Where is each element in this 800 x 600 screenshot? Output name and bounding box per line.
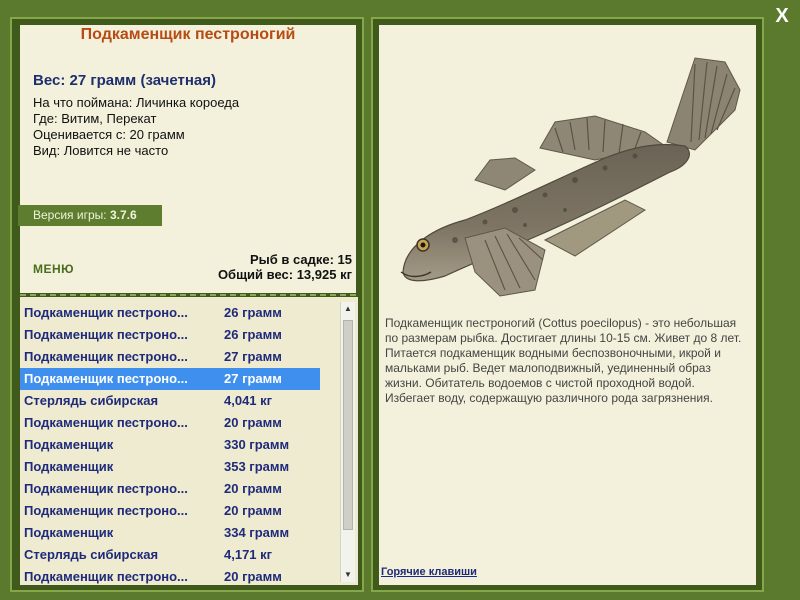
catch-fish-weight: 20 грамм: [224, 503, 282, 518]
catch-fish-name: Подкаменщик пестроно...: [24, 349, 188, 364]
version-bar: Версия игры: 3.7.6: [18, 205, 162, 226]
catch-list-row[interactable]: Подкаменщик 334 грамм: [20, 522, 320, 544]
catch-list[interactable]: Подкаменщик пестроно... 26 грамм Подкаменщ…: [20, 297, 358, 585]
catch-fish-name: Подкаменщик пестроно...: [24, 327, 188, 342]
fish-weight: Вес: 27 грамм (зачетная): [33, 72, 217, 89]
catch-fish-name: Стерлядь сибирская: [24, 393, 159, 408]
catch-list-row[interactable]: Подкаменщик пестроно... 27 грамм: [20, 368, 320, 390]
catch-list-row[interactable]: Подкаменщик пестроно... 20 грамм: [20, 478, 320, 500]
scrollbar-thumb[interactable]: [343, 320, 353, 530]
scroll-up-arrow-icon[interactable]: ▲: [341, 302, 355, 316]
catch-fish-name: Подкаменщик пестроно...: [24, 371, 188, 386]
fish-illustration: [400, 57, 741, 297]
catch-fish-weight: 330 грамм: [224, 437, 290, 452]
scroll-down-arrow-icon[interactable]: ▼: [341, 568, 355, 582]
hotkeys-link[interactable]: Горячие клавиши: [381, 566, 477, 578]
list-scrollbar[interactable]: ▲ ▼: [340, 302, 355, 582]
fish-description: Подкаменщик пестроногий (Cottus poecilop…: [385, 316, 742, 405]
catch-fish-weight: 4,171 кг: [224, 547, 273, 562]
catch-list-row[interactable]: Подкаменщик пестроно... 26 грамм: [20, 302, 320, 324]
catch-fish-weight: 20 грамм: [224, 415, 282, 430]
catch-fish-name: Подкаменщик пестроно...: [24, 503, 188, 518]
catch-fish-weight: 353 грамм: [224, 459, 290, 474]
catch-list-row[interactable]: Подкаменщик пестроно... 20 грамм: [20, 412, 320, 434]
catch-fish-weight: 334 грамм: [224, 525, 290, 540]
info-rarity: Вид: Ловится не часто: [33, 143, 169, 158]
catch-list-row[interactable]: Стерлядь сибирская 4,041 кг: [20, 390, 320, 412]
menu-button[interactable]: МЕНЮ: [33, 262, 74, 276]
catch-fish-weight: 27 грамм: [224, 349, 282, 364]
catch-list-row[interactable]: Подкаменщик пестроно... 26 грамм: [20, 324, 320, 346]
catch-list-row[interactable]: Подкаменщик пестроно... 27 грамм: [20, 346, 320, 368]
catch-fish-name: Подкаменщик пестроно...: [24, 569, 188, 584]
catch-fish-name: Подкаменщик пестроно...: [24, 481, 188, 496]
fish-title: Подкаменщик пестроногий: [80, 26, 296, 43]
catch-fish-name: Подкаменщик пестроно...: [24, 305, 188, 320]
catch-fish-weight: 4,041 кг: [224, 393, 273, 408]
catch-stats: Рыб в садке: 15 Общий вес: 13,925 кг: [218, 252, 352, 282]
catch-list-row[interactable]: Подкаменщик пестроно... 20 грамм: [20, 566, 320, 585]
catch-fish-name: Подкаменщик пестроно...: [24, 415, 188, 430]
catch-fish-weight: 20 грамм: [224, 481, 282, 496]
version-value: 3.7.6: [109, 208, 137, 222]
info-bait: На что поймана: Личинка короеда: [33, 95, 240, 110]
catch-fish-name: Стерлядь сибирская: [24, 547, 159, 562]
version-label: Версия игры:: [33, 208, 107, 222]
info-min-weight: Оценивается с: 20 грамм: [33, 127, 185, 142]
catch-list-row[interactable]: Стерлядь сибирская 4,171 кг: [20, 544, 320, 566]
catch-fish-name: Подкаменщик: [24, 525, 114, 540]
catch-fish-weight: 26 грамм: [224, 327, 282, 342]
catch-list-row[interactable]: Подкаменщик 330 грамм: [20, 434, 320, 456]
catch-fish-name: Подкаменщик: [24, 459, 114, 474]
catch-fish-name: Подкаменщик: [24, 437, 114, 452]
close-icon[interactable]: X: [772, 6, 792, 26]
catch-fish-weight: 27 грамм: [224, 371, 282, 386]
info-location: Где: Витим, Перекат: [33, 111, 157, 126]
catch-list-row[interactable]: Подкаменщик пестроно... 20 грамм: [20, 500, 320, 522]
fish-count: Рыб в садке: 15: [249, 252, 352, 267]
catch-list-row[interactable]: Подкаменщик 353 грамм: [20, 456, 320, 478]
catch-fish-weight: 20 грамм: [224, 569, 282, 584]
catch-fish-weight: 26 грамм: [224, 305, 282, 320]
divider: [20, 294, 356, 296]
total-weight: Общий вес: 13,925 кг: [217, 267, 352, 282]
